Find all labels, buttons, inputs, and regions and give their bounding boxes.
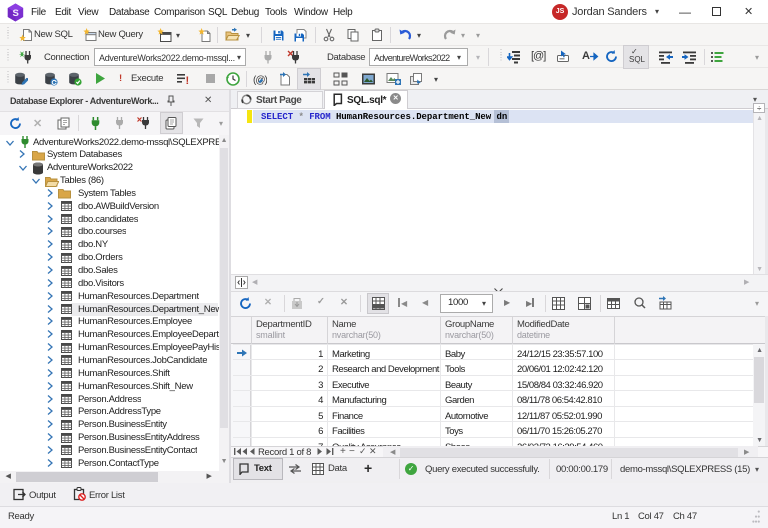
svg-text:!: ! (186, 75, 189, 86)
svg-text:S: S (12, 8, 18, 19)
